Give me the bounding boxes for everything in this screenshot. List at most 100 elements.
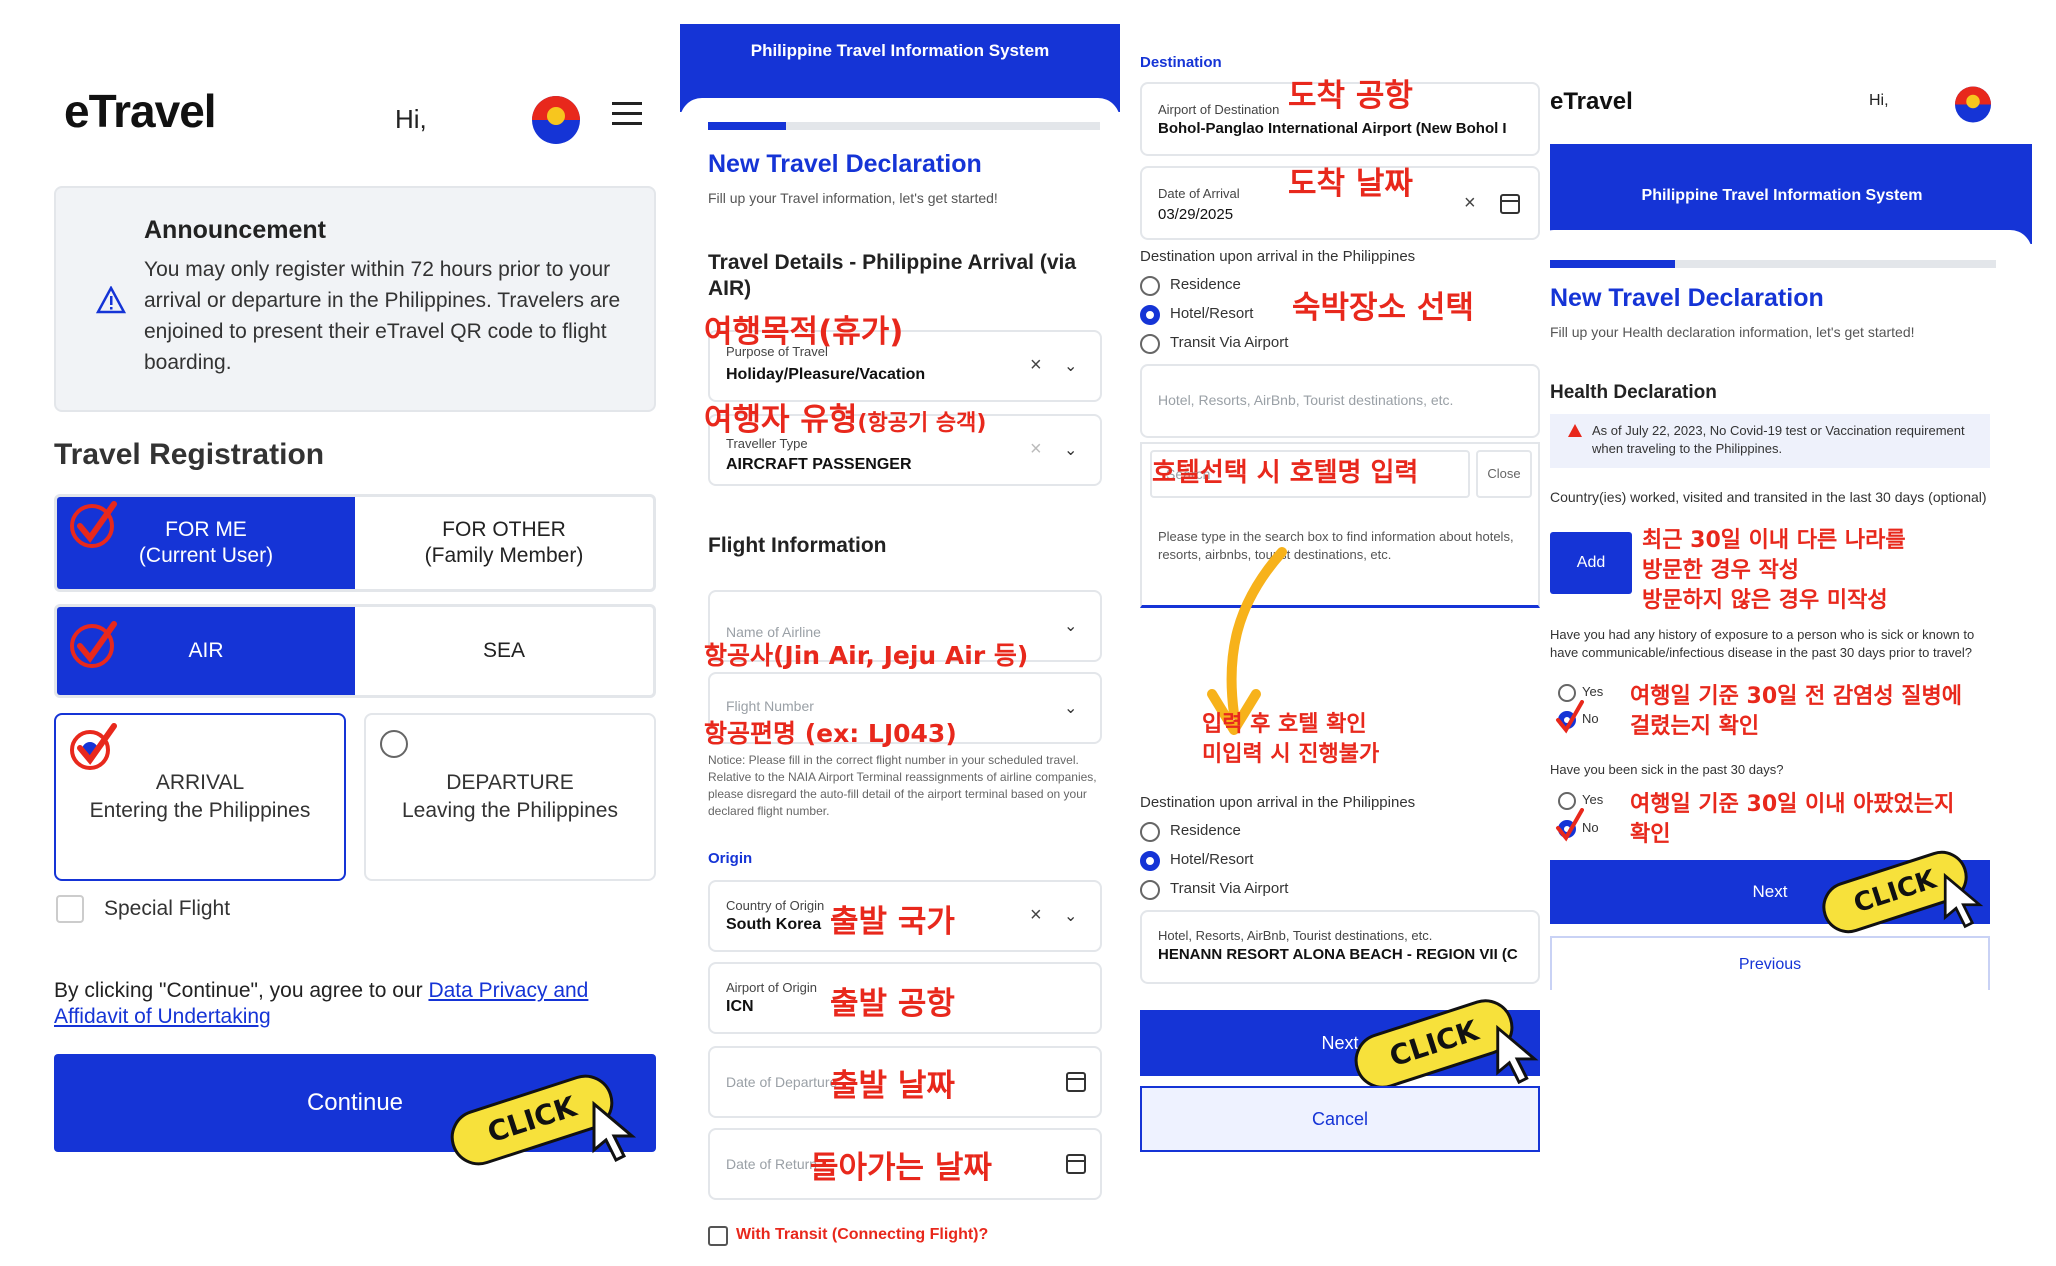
annotation-dest-airport: 도착 공항 [1288, 78, 1413, 114]
page-title: New Travel Declaration [708, 150, 982, 178]
previous-button[interactable]: Previous [1550, 936, 1990, 990]
progress-fill [708, 122, 787, 130]
upon-arrival-label: Destination upon arrival in the Philippi… [1140, 248, 1416, 265]
countries-label: Country(ies) worked, visited and transit… [1550, 489, 1987, 505]
departure-placeholder: Date of Departure [726, 1074, 838, 1090]
etravel-logo: eTravel [1550, 88, 1633, 115]
annotation-return: 돌아가는 날짜 [810, 1150, 992, 1186]
airport-label: Airport of Origin [726, 980, 818, 995]
sick-no-label: No [1582, 820, 1599, 835]
flag-avatar-icon[interactable] [528, 90, 584, 146]
progress-track [708, 122, 1100, 130]
special-flight-checkbox[interactable] [56, 895, 84, 923]
departure-option[interactable]: DEPARTURE Leaving the Philippines [364, 713, 656, 881]
annotation-stay-type: 숙박장소 선택 [1292, 290, 1474, 326]
residence-radio[interactable] [1140, 276, 1160, 296]
red-check-annotation-icon [70, 501, 117, 548]
page-subtitle: Fill up your Travel information, let's g… [708, 190, 998, 206]
annotation-countries-2: 방문한 경우 작성 [1642, 558, 1799, 583]
covid-alert: As of July 22, 2023, No Covid-19 test or… [1550, 414, 1990, 468]
upon-arrival-label-2: Destination upon arrival in the Philippi… [1140, 794, 1416, 811]
transit-airport-radio-2[interactable] [1140, 880, 1160, 900]
annotation-sick: 여행일 기준 30일 이내 아팠었는지 확인 [1630, 790, 1954, 850]
hotel-selected-label: Hotel, Resorts, AirBnb, Tourist destinat… [1158, 928, 1433, 943]
departure-label: DEPARTURE [446, 771, 574, 794]
calendar-icon[interactable] [1066, 1072, 1086, 1092]
traveller-value: AIRCRAFT PASSENGER [726, 456, 912, 473]
annotation-countries: 최근 30일 이내 다른 나라를 방문한 경우 작성 방문하지 않은 경우 미작… [1642, 526, 1906, 616]
calendar-icon[interactable] [1066, 1154, 1086, 1174]
residence-radio-2[interactable] [1140, 822, 1160, 842]
transit-airport-radio[interactable] [1140, 334, 1160, 354]
red-check-annotation-icon [1556, 808, 1584, 842]
hotel-selected-value: HENANN RESORT ALONA BEACH - REGION VII (… [1158, 946, 1518, 963]
announcement-title: Announcement [144, 216, 326, 244]
registration-screen: eTravel Hi, Announcement You may only re… [20, 50, 680, 1180]
hotel-resort-radio-2[interactable] [1140, 851, 1160, 871]
alert-triangle-icon [1568, 424, 1582, 437]
chevron-down-icon[interactable]: ⌄ [1064, 906, 1077, 926]
greeting: Hi, [395, 104, 427, 134]
cursor-icon [1943, 872, 1984, 929]
return-placeholder: Date of Return [726, 1156, 818, 1172]
transit-label: With Transit (Connecting Flight)? [736, 1226, 989, 1243]
origin-heading: Origin [708, 850, 753, 867]
hotel-selected-field[interactable]: Hotel, Resorts, AirBnb, Tourist destinat… [1140, 910, 1540, 984]
annotation-flight-number: 항공편명 (ex: LJ043) [704, 719, 957, 748]
clear-icon[interactable]: × [1030, 354, 1042, 377]
cancel-button[interactable]: Cancel [1140, 1086, 1540, 1152]
arrival-date-label: Date of Arrival [1158, 186, 1240, 201]
header-bar: Philippine Travel Information System [1550, 144, 2032, 244]
clear-icon[interactable]: × [1464, 192, 1476, 215]
sick-yes-label: Yes [1582, 792, 1604, 807]
hotel-search-field[interactable]: Hotel, Resorts, AirBnb, Tourist destinat… [1140, 364, 1540, 438]
annotation-arrival-date: 도착 날짜 [1288, 166, 1413, 202]
announcement-text: You may only register within 72 hours pr… [144, 258, 621, 374]
greeting: Hi, [1869, 92, 1889, 109]
add-country-button[interactable]: Add [1550, 532, 1632, 594]
annotation-confirm-2: 미입력 시 진행불가 [1202, 742, 1380, 767]
exposure-no-label: No [1582, 711, 1599, 726]
exposure-question: Have you had any history of exposure to … [1550, 627, 1975, 660]
user-type-toggle: FOR ME (Current User) FOR OTHER (Family … [54, 494, 656, 592]
cursor-icon [1496, 1024, 1539, 1085]
chevron-down-icon[interactable]: ⌄ [1064, 698, 1077, 718]
annotation-confirm: 입력 후 호텔 확인 미입력 시 진행불가 [1202, 710, 1379, 770]
arrival-radio-checked-icon [70, 723, 117, 770]
hotel-resort-radio[interactable] [1140, 305, 1160, 325]
chevron-down-icon[interactable]: ⌄ [1064, 616, 1077, 636]
chevron-down-icon[interactable]: ⌄ [1064, 440, 1077, 460]
hotel-resort-label-2: Hotel/Resort [1170, 851, 1254, 868]
clear-icon[interactable]: × [1030, 904, 1042, 927]
annotation-hotel-name: 호텔선택 시 호텔명 입력 [1152, 458, 1419, 488]
sea-tab[interactable]: SEA [355, 607, 653, 695]
warning-icon [95, 285, 127, 319]
chevron-down-icon[interactable]: ⌄ [1064, 356, 1077, 376]
flag-avatar-icon[interactable] [1952, 82, 1994, 124]
hotel-placeholder: Hotel, Resorts, AirBnb, Tourist destinat… [1158, 392, 1454, 408]
transport-toggle: AIR SEA [54, 604, 656, 698]
calendar-icon[interactable] [1500, 194, 1520, 214]
travel-details-heading: Travel Details - Philippine Arrival (via… [708, 251, 1077, 300]
page-subtitle: Fill up your Health declaration informat… [1550, 324, 1915, 340]
clear-icon[interactable]: × [1030, 438, 1042, 461]
cursor-icon [592, 1100, 637, 1163]
transit-checkbox[interactable] [708, 1226, 728, 1246]
for-other-label: FOR OTHER [442, 518, 566, 541]
close-button[interactable]: Close [1476, 450, 1532, 498]
annotation-traveller-sub: (항공기 승객) [857, 411, 987, 436]
departure-radio[interactable] [380, 730, 408, 758]
destination-screen: Destination Airport of Destination Bohol… [1130, 24, 1550, 1264]
agreement-text: By clicking "Continue", you agree to our… [54, 978, 654, 1030]
residence-label: Residence [1170, 276, 1241, 293]
annotation-sick-2: 확인 [1630, 822, 1671, 847]
section-title: Travel Registration [54, 438, 325, 471]
annotation-traveller-main: 여행자 유형 [704, 402, 858, 438]
flight-information-heading: Flight Information [708, 534, 887, 557]
flight-number-placeholder: Flight Number [726, 698, 814, 714]
annotation-exposure: 여행일 기준 30일 전 감염성 질병에 걸렸는지 확인 [1630, 682, 1962, 742]
annotation-departure: 출발 날짜 [830, 1068, 955, 1104]
for-other-tab[interactable]: FOR OTHER (Family Member) [355, 497, 653, 589]
hamburger-menu-icon[interactable] [612, 102, 642, 126]
progress-fill [1550, 260, 1675, 268]
